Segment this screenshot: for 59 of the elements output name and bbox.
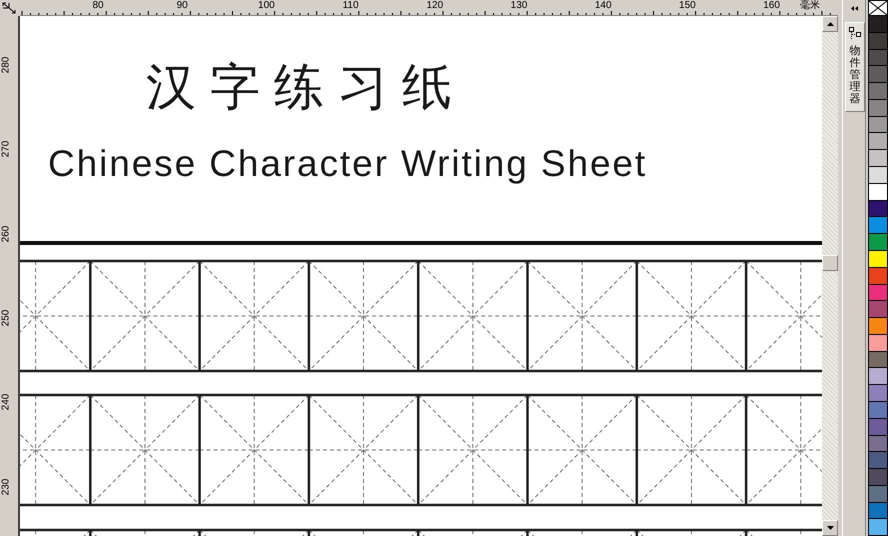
ruler-label: 240 xyxy=(0,392,12,412)
color-swatch[interactable] xyxy=(868,150,888,168)
color-swatch[interactable] xyxy=(868,217,888,234)
ruler-label: 80 xyxy=(92,0,104,11)
down-arrow-icon xyxy=(826,526,834,530)
ruler-label: 110 xyxy=(342,0,359,11)
color-swatch[interactable] xyxy=(868,334,888,352)
ruler-label: 160 xyxy=(763,0,780,11)
color-swatch[interactable] xyxy=(868,50,888,66)
color-swatch[interactable] xyxy=(868,284,888,302)
color-swatch[interactable] xyxy=(868,452,888,470)
ruler-origin-icon[interactable] xyxy=(2,2,16,14)
color-swatch[interactable] xyxy=(868,301,888,318)
color-swatch[interactable] xyxy=(868,167,888,184)
color-swatch[interactable] xyxy=(868,200,888,218)
ruler-label: 230 xyxy=(0,477,12,496)
no-color-swatch[interactable] xyxy=(868,0,888,16)
color-swatch[interactable] xyxy=(868,250,888,268)
color-swatch[interactable] xyxy=(868,368,888,386)
double-arrow-icon xyxy=(850,6,858,10)
color-swatch[interactable] xyxy=(868,318,888,335)
color-swatch[interactable] xyxy=(868,83,888,100)
scroll-thumb[interactable] xyxy=(822,255,838,271)
color-swatch[interactable] xyxy=(868,519,888,536)
ruler-label: 250 xyxy=(0,308,12,328)
chinese-title: 汉字练习纸 xyxy=(146,57,466,118)
hierarchy-icon xyxy=(849,27,861,41)
color-swatch[interactable] xyxy=(868,418,888,436)
ruler-label: 100 xyxy=(258,0,275,11)
ruler-label: 90 xyxy=(176,0,188,11)
scroll-down-button[interactable] xyxy=(822,520,838,536)
ruler-label: 270 xyxy=(0,140,12,160)
vertical-scrollbar[interactable] xyxy=(822,16,838,536)
ruler-label: 130 xyxy=(510,0,528,11)
color-swatch[interactable] xyxy=(868,116,888,134)
color-swatch[interactable] xyxy=(868,385,888,402)
ruler-label: 280 xyxy=(0,56,12,75)
scroll-up-button[interactable] xyxy=(822,16,838,32)
english-title: Chinese Character Writing Sheet xyxy=(48,142,648,186)
ruler-label: 260 xyxy=(0,224,12,244)
color-swatch[interactable] xyxy=(868,402,888,419)
color-swatch[interactable] xyxy=(868,352,888,368)
color-swatch[interactable] xyxy=(868,268,888,284)
color-swatch[interactable] xyxy=(868,436,888,452)
color-swatch[interactable] xyxy=(868,469,888,486)
ruler-label: 150 xyxy=(679,0,696,11)
color-swatch[interactable] xyxy=(868,16,888,33)
color-swatch[interactable] xyxy=(868,184,888,201)
up-arrow-icon xyxy=(826,22,834,26)
color-swatch[interactable] xyxy=(868,32,888,50)
color-swatch[interactable] xyxy=(868,502,888,520)
color-swatch[interactable] xyxy=(868,66,888,84)
color-swatch[interactable] xyxy=(868,234,888,251)
ruler-label: 140 xyxy=(594,0,612,11)
color-swatch[interactable] xyxy=(868,133,888,150)
ruler-label: 120 xyxy=(426,0,444,11)
docker-tab[interactable]: 物件管理器 xyxy=(845,22,865,112)
color-swatch[interactable] xyxy=(868,100,888,117)
color-swatch[interactable] xyxy=(868,486,888,503)
